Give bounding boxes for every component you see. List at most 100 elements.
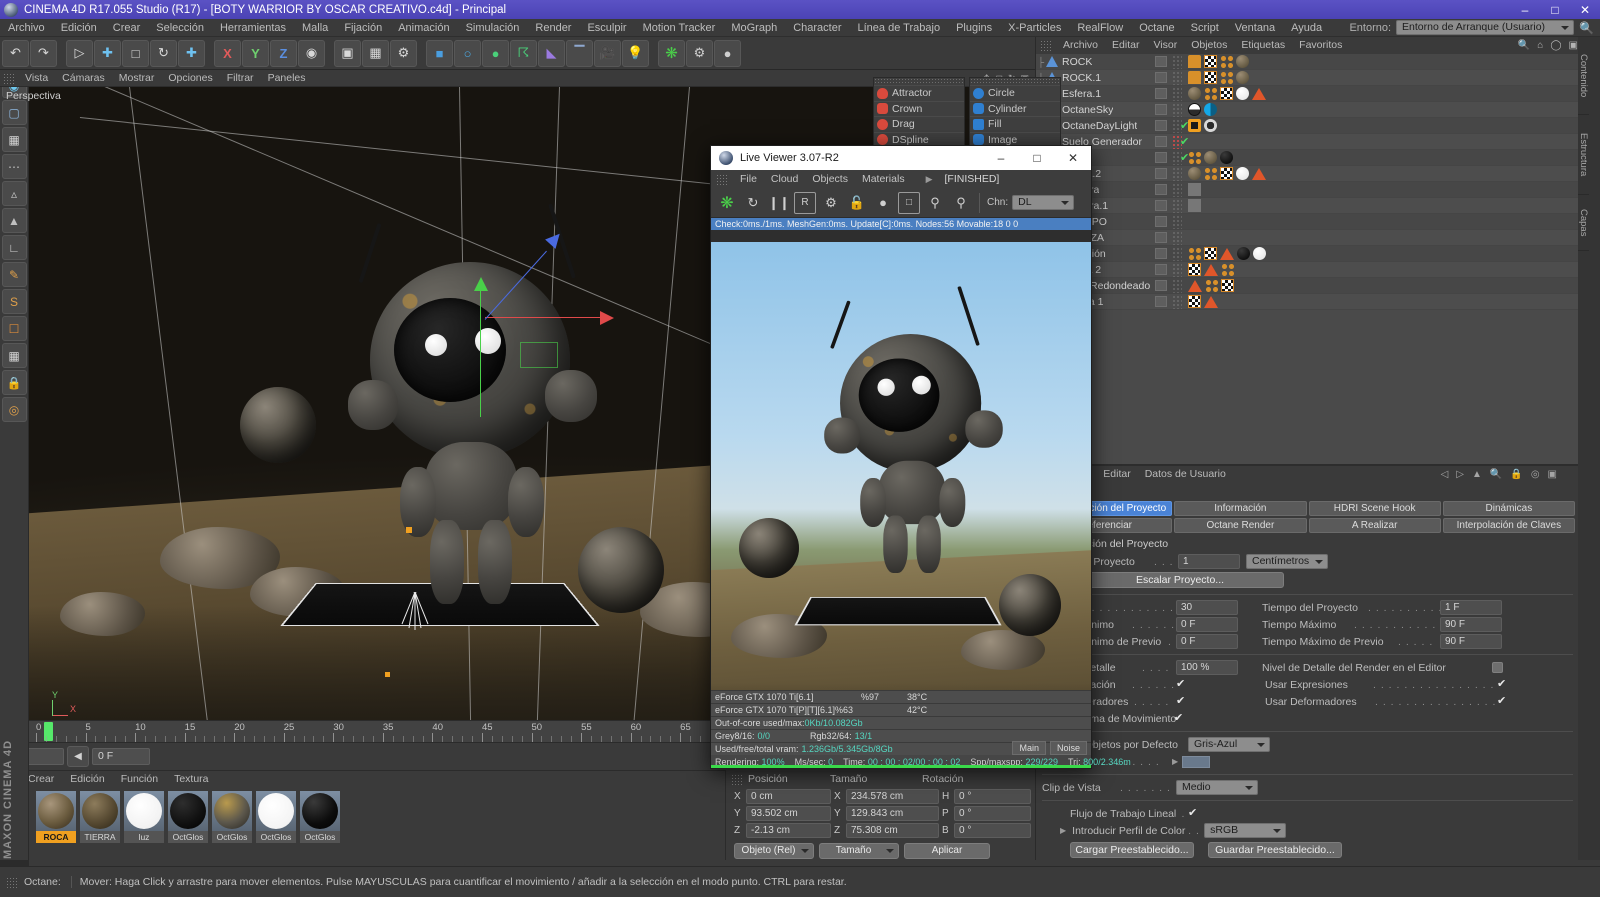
menu-item-plugins[interactable]: Plugins	[948, 19, 1000, 37]
close-icon[interactable]: ✕	[1570, 0, 1600, 19]
camera-tag-icon[interactable]	[1188, 199, 1201, 212]
octane-live-viewer-icon[interactable]: ❋	[658, 39, 685, 67]
layer-dots-icon[interactable]	[1172, 246, 1182, 261]
menu-item-octane[interactable]: Octane	[1131, 19, 1182, 37]
axis-z-toggle[interactable]: Z	[270, 39, 297, 67]
paint-tool-icon[interactable]: ✎	[1, 262, 27, 287]
visibility-dots[interactable]	[1155, 248, 1167, 259]
axis-x-toggle[interactable]: X	[214, 39, 241, 67]
linear-workflow-checkbox[interactable]: ✔	[1188, 808, 1199, 819]
material-preview-sphere[interactable]	[36, 791, 76, 831]
object-row[interactable]: ├Esfera✔	[1036, 150, 1579, 166]
gizmo-arrow-x[interactable]	[600, 311, 614, 325]
material-preview-sphere[interactable]	[168, 791, 208, 831]
material-cell[interactable]: OctGlos	[168, 791, 208, 843]
object-row[interactable]: ├Esfera.2	[1036, 166, 1579, 182]
menu-item-x-particles[interactable]: X-Particles	[1000, 19, 1069, 37]
material-menu-edicion[interactable]: Edición	[62, 771, 112, 787]
checker-tag-icon[interactable]	[1204, 71, 1217, 84]
search-icon[interactable]: 🔍	[1518, 40, 1530, 51]
rotation-h-field[interactable]: 0 °	[954, 789, 1031, 804]
menu-item-seleccion[interactable]: Selección	[148, 19, 212, 37]
gizmo-arrow-y[interactable]	[474, 277, 488, 291]
object-manager-list[interactable]: ├ ROCK ├ROCK.1├Esfera.1├OctaneSky├OctaneDa…	[1036, 54, 1579, 464]
objmenu-etiquetas[interactable]: Etiquetas	[1234, 37, 1292, 54]
camera-tag-icon[interactable]	[1188, 183, 1201, 196]
contrast-tag-icon[interactable]	[1204, 103, 1217, 116]
preview-min-field[interactable]: 0 F	[1176, 634, 1238, 649]
palette-item-circle[interactable]: Circle	[970, 85, 1060, 101]
detail-level-field[interactable]: 100 %	[1176, 660, 1238, 675]
material-cell[interactable]: OctGlos	[300, 791, 340, 843]
viewport-menu-camaras[interactable]: Cámaras	[55, 70, 112, 87]
tab-interpolacion-claves[interactable]: Interpolación de Claves	[1442, 518, 1575, 533]
objmenu-archivo[interactable]: Archivo	[1056, 37, 1105, 54]
undo-icon[interactable]: ↶	[2, 39, 29, 67]
layer-dots-icon[interactable]	[1172, 214, 1182, 229]
region-render-icon[interactable]: R	[794, 191, 816, 214]
minimize-icon[interactable]: –	[1510, 0, 1540, 19]
nav-forward-icon[interactable]: ▷	[1456, 469, 1464, 480]
material-pin-icon[interactable]: ⚲	[950, 192, 972, 214]
viewport-menu-opciones[interactable]: Opciones	[161, 70, 219, 87]
edgetab-contenido[interactable]: Contenido	[1578, 37, 1589, 115]
object-row[interactable]: ├OctaneSky	[1036, 102, 1579, 118]
min-time-field[interactable]: 0 F	[1176, 617, 1238, 632]
menu-item-render[interactable]: Render	[527, 19, 579, 37]
visibility-dots[interactable]	[1155, 216, 1167, 227]
menu-item-edicion[interactable]: Edición	[53, 19, 105, 37]
spline-pen-icon[interactable]: ○	[454, 39, 481, 67]
close-icon[interactable]: ✕	[1055, 146, 1091, 170]
menu-item-crear[interactable]: Crear	[105, 19, 149, 37]
axis-y-toggle[interactable]: Y	[242, 39, 269, 67]
object-row[interactable]: ├ ROCK	[1036, 54, 1579, 70]
render-region-icon[interactable]: ▦	[362, 39, 389, 67]
layer-dots-icon[interactable]	[1172, 54, 1182, 69]
live-viewer-render-image[interactable]	[711, 242, 1091, 755]
enabled-check-icon[interactable]: ✔	[1180, 135, 1189, 148]
checker-tag-icon[interactable]	[1204, 247, 1217, 260]
viewport-grip-icon[interactable]	[3, 72, 15, 84]
tri-tag-icon[interactable]	[1204, 263, 1218, 276]
dots-tag-icon[interactable]	[1221, 263, 1234, 276]
lv-tab-noise[interactable]: Noise	[1049, 741, 1087, 755]
use-expressions-checkbox[interactable]: ✔	[1497, 679, 1508, 690]
material-menu-textura[interactable]: Textura	[166, 771, 216, 787]
layer-dots-icon[interactable]	[1172, 294, 1182, 309]
use-deformers-checkbox[interactable]: ✔	[1497, 696, 1508, 707]
project-time-field[interactable]: 1 F	[1440, 600, 1502, 615]
axis-mode-icon[interactable]: ∟	[1, 235, 27, 260]
checker-tag-icon[interactable]	[1188, 295, 1201, 308]
coord-mode-object-select[interactable]: Objeto (Rel)	[734, 843, 814, 859]
use-animation-checkbox[interactable]: ✔	[1176, 679, 1187, 690]
load-preset-button[interactable]: Cargar Preestablecido...	[1070, 842, 1194, 858]
target-icon[interactable]: ◎	[1531, 469, 1540, 480]
save-preset-button[interactable]: Guardar Preestablecido...	[1208, 842, 1342, 858]
object-row[interactable]: ├OctaneDayLight✔	[1036, 118, 1579, 134]
color-expand-icon[interactable]: ▶	[1172, 757, 1178, 766]
light-icon[interactable]: 💡	[622, 39, 649, 67]
size-x-field[interactable]: 234.578 cm	[846, 789, 939, 804]
dots-tag-icon[interactable]	[1188, 151, 1201, 164]
menu-item-motion-tracker[interactable]: Motion Tracker	[635, 19, 724, 37]
channel-select[interactable]: DL	[1012, 195, 1075, 210]
visibility-dots[interactable]	[1155, 56, 1167, 67]
viewport-menu-mostrar[interactable]: Mostrar	[112, 70, 162, 87]
object-row[interactable]: ├Esfera.1	[1036, 86, 1579, 102]
settings-gear-icon[interactable]: ⚙	[820, 192, 842, 214]
menu-item-script[interactable]: Script	[1183, 19, 1227, 37]
position-y-field[interactable]: 93.502 cm	[746, 806, 831, 821]
object-row[interactable]: ├CUERPO	[1036, 214, 1579, 230]
object-name[interactable]: ROCK.1	[1062, 72, 1101, 84]
viewport-menu-vista[interactable]: Vista	[18, 70, 55, 87]
layer-dots-icon[interactable]	[1172, 70, 1182, 85]
snap-tool-icon[interactable]: S	[1, 289, 27, 314]
material-name[interactable]: OctGlos	[168, 831, 208, 843]
visibility-dots[interactable]	[1155, 136, 1167, 147]
character-boty-warrior[interactable]	[330, 203, 597, 604]
cube-primitive-icon[interactable]: ■	[426, 39, 453, 67]
visibility-dots[interactable]	[1155, 72, 1167, 83]
preview-max-field[interactable]: 90 F	[1440, 634, 1502, 649]
sphere-white-tag-icon[interactable]	[1236, 87, 1249, 100]
objmenu-editar[interactable]: Editar	[1105, 37, 1146, 54]
